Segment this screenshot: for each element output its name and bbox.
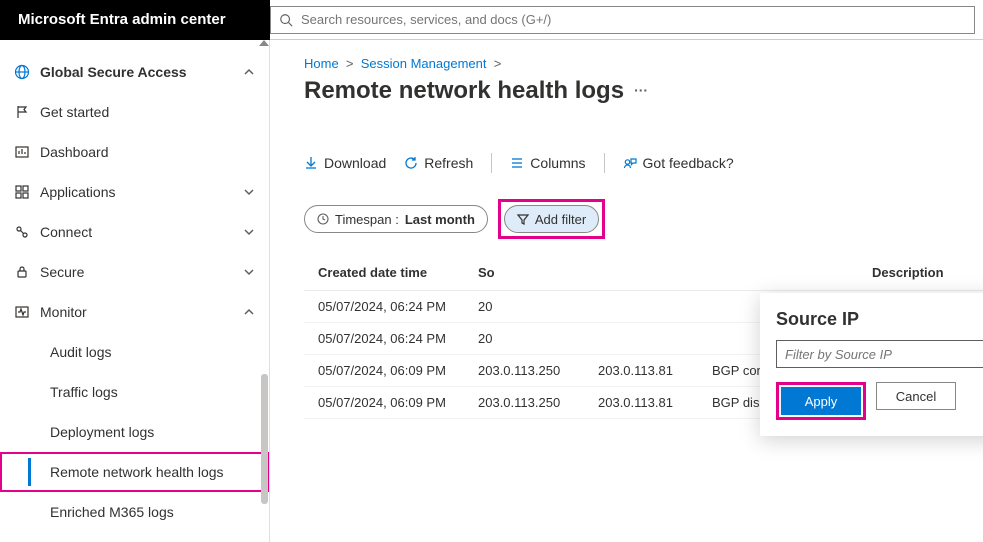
- clock-icon: [317, 213, 329, 225]
- content-area: Home > Session Management > Remote netwo…: [270, 40, 983, 542]
- sidebar-item-audit-logs[interactable]: Audit logs: [0, 332, 269, 372]
- chevron-up-icon: [243, 306, 255, 318]
- sidebar-header-global-secure-access[interactable]: Global Secure Access: [0, 52, 269, 92]
- sidebar: Global Secure Access Get started Dashboa…: [0, 40, 270, 542]
- add-filter-label: Add filter: [535, 212, 586, 227]
- download-icon: [304, 156, 318, 170]
- globe-icon: [14, 64, 30, 80]
- search-input[interactable]: [301, 12, 966, 27]
- feedback-icon: [623, 156, 637, 170]
- cell-dest: [598, 299, 712, 314]
- sidebar-scrollbar[interactable]: [261, 40, 269, 542]
- filter-icon: [517, 213, 529, 225]
- flag-icon: [14, 105, 30, 119]
- chevron-up-icon: [243, 66, 255, 78]
- sidebar-item-label: Traffic logs: [50, 384, 118, 400]
- search-box[interactable]: [270, 6, 975, 34]
- sidebar-item-deployment-logs[interactable]: Deployment logs: [0, 412, 269, 452]
- refresh-icon: [404, 156, 418, 170]
- refresh-button[interactable]: Refresh: [404, 155, 473, 171]
- sidebar-item-enriched-m365-logs[interactable]: Enriched M365 logs: [0, 492, 269, 532]
- chevron-down-icon: [243, 226, 255, 238]
- cell-created: 05/07/2024, 06:09 PM: [318, 363, 478, 378]
- sidebar-item-label: Get started: [40, 104, 109, 120]
- sidebar-item-label: Secure: [40, 264, 84, 280]
- sidebar-item-secure[interactable]: Secure: [0, 252, 269, 292]
- download-button[interactable]: Download: [304, 155, 386, 171]
- refresh-label: Refresh: [424, 155, 473, 171]
- sidebar-item-applications[interactable]: Applications: [0, 172, 269, 212]
- cancel-button[interactable]: Cancel: [876, 382, 956, 410]
- timespan-value: Last month: [405, 212, 475, 227]
- col-description[interactable]: Description: [872, 265, 969, 280]
- sidebar-header-label: Global Secure Access: [40, 64, 187, 80]
- feedback-label: Got feedback?: [643, 155, 734, 171]
- scroll-up-arrow-icon[interactable]: [259, 40, 269, 46]
- scroll-thumb[interactable]: [261, 374, 268, 504]
- chart-icon: [14, 145, 30, 159]
- sidebar-item-label: Deployment logs: [50, 424, 154, 440]
- filter-bar: Timespan : Last month Add filter: [304, 199, 983, 239]
- brand-title: Microsoft Entra admin center: [0, 0, 270, 40]
- sidebar-item-label: Remote network health logs: [50, 464, 224, 480]
- columns-button[interactable]: Columns: [510, 155, 585, 171]
- top-bar: Microsoft Entra admin center: [0, 0, 983, 40]
- apply-button[interactable]: Apply: [781, 387, 861, 415]
- chevron-down-icon: [243, 266, 255, 278]
- sidebar-item-label: Connect: [40, 224, 92, 240]
- grid-icon: [14, 185, 30, 199]
- sidebar-item-connect[interactable]: Connect: [0, 212, 269, 252]
- sidebar-item-label: Applications: [40, 184, 116, 200]
- breadcrumb: Home > Session Management >: [304, 56, 983, 71]
- feedback-button[interactable]: Got feedback?: [623, 155, 734, 171]
- cell-created: 05/07/2024, 06:24 PM: [318, 331, 478, 346]
- popover-title: Source IP: [776, 309, 983, 330]
- add-filter-button[interactable]: Add filter: [504, 205, 599, 233]
- cell-created: 05/07/2024, 06:09 PM: [318, 395, 478, 410]
- sidebar-item-monitor[interactable]: Monitor: [0, 292, 269, 332]
- col-dest[interactable]: [598, 265, 712, 280]
- cell-source: 203.0.113.250: [478, 395, 598, 410]
- col-desc-gap: [712, 265, 872, 280]
- toolbar: Download Refresh Columns Got feed: [304, 145, 983, 181]
- cell-source: 20: [478, 331, 598, 346]
- download-label: Download: [324, 155, 386, 171]
- sidebar-item-label: Monitor: [40, 304, 87, 320]
- table-header: Created date time So Description: [304, 255, 983, 291]
- more-dots-icon[interactable]: ···: [634, 82, 648, 98]
- sidebar-item-get-started[interactable]: Get started: [0, 92, 269, 132]
- cell-dest: [598, 331, 712, 346]
- sidebar-item-traffic-logs[interactable]: Traffic logs: [0, 372, 269, 412]
- sidebar-item-label: Enriched M365 logs: [50, 504, 174, 520]
- columns-label: Columns: [530, 155, 585, 171]
- page-title: Remote network health logs···: [304, 77, 983, 105]
- cell-dest: 203.0.113.81: [598, 395, 712, 410]
- pulse-icon: [14, 305, 30, 319]
- source-ip-filter-popover: Source IP Apply Cancel: [760, 293, 983, 436]
- toolbar-separator: [604, 153, 605, 173]
- col-created[interactable]: Created date time: [318, 265, 478, 280]
- sidebar-item-dashboard[interactable]: Dashboard: [0, 132, 269, 172]
- timespan-filter-pill[interactable]: Timespan : Last month: [304, 205, 488, 233]
- sidebar-item-label: Audit logs: [50, 344, 111, 360]
- columns-icon: [510, 156, 524, 170]
- breadcrumb-session-management[interactable]: Session Management: [361, 56, 487, 71]
- cell-source: 20: [478, 299, 598, 314]
- col-source[interactable]: So: [478, 265, 598, 280]
- search-icon: [279, 13, 293, 27]
- cell-dest: 203.0.113.81: [598, 363, 712, 378]
- cell-created: 05/07/2024, 06:24 PM: [318, 299, 478, 314]
- chevron-down-icon: [243, 186, 255, 198]
- breadcrumb-home[interactable]: Home: [304, 56, 339, 71]
- sidebar-item-label: Dashboard: [40, 144, 109, 160]
- connect-icon: [14, 225, 30, 239]
- sidebar-item-remote-network-health-logs[interactable]: Remote network health logs: [0, 452, 269, 492]
- lock-icon: [14, 265, 30, 279]
- source-ip-filter-input[interactable]: [776, 340, 983, 368]
- toolbar-separator: [491, 153, 492, 173]
- timespan-label: Timespan :: [335, 212, 399, 227]
- cell-source: 203.0.113.250: [478, 363, 598, 378]
